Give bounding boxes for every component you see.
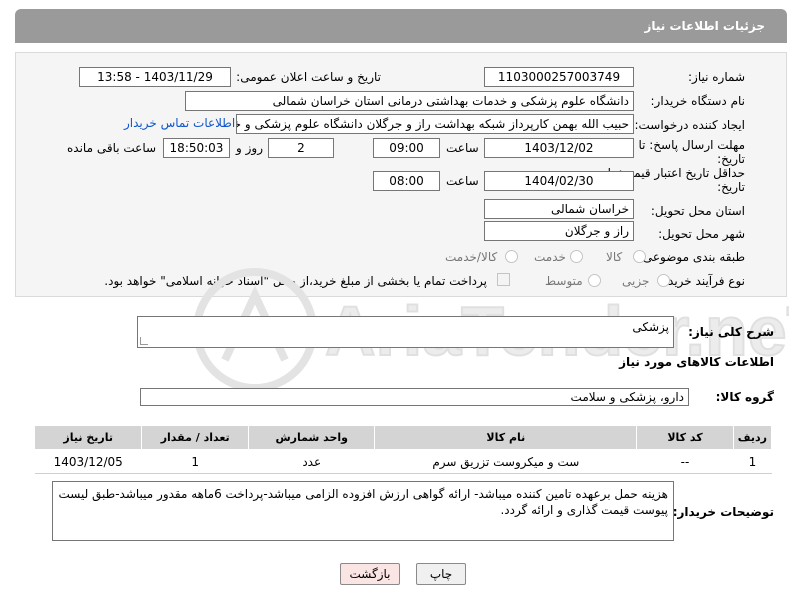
col-goods-name: نام کالا — [374, 425, 638, 450]
remaining-time-field[interactable]: 18:50:03 — [163, 138, 230, 158]
need-number-label: شماره نیاز: — [688, 70, 745, 84]
delivery-province-field[interactable]: خراسان شمالی — [484, 199, 634, 219]
remaining-time-label: ساعت باقی مانده — [67, 141, 157, 155]
category-option-service: خدمت — [534, 250, 566, 264]
requester-field[interactable]: حبیب الله بهمن کارپرداز شبکه بهداشت راز … — [236, 114, 634, 134]
treasury-payment-note: پرداخت تمام یا بخشی از مبلغ خرید،از محل … — [104, 274, 487, 288]
category-option-goods: کالا — [606, 250, 623, 264]
price-validity-label-2: تاریخ: — [717, 180, 745, 194]
reply-time-label: ساعت — [446, 141, 479, 155]
reply-deadline-label-2: تاریخ: — [717, 152, 745, 166]
goods-table-header: ردیف کد کالا نام کالا واحد شمارش تعداد /… — [33, 425, 773, 450]
cell-goods-name: ست و میکروست تزریق سرم — [374, 449, 637, 474]
announce-datetime-field[interactable]: 1403/11/29 - 13:58 — [79, 67, 231, 87]
category-radio-goods-service[interactable] — [505, 250, 518, 263]
cell-need-date: 1403/12/05 — [34, 449, 142, 474]
resize-grip-icon[interactable] — [140, 337, 148, 345]
category-radio-service[interactable] — [570, 250, 583, 263]
cell-quantity: 1 — [141, 449, 249, 474]
treasury-payment-checkbox[interactable] — [497, 273, 510, 286]
buyer-notes-label: توضیحات خریدار: — [672, 505, 774, 519]
col-need-date: تاریخ نیاز — [33, 425, 143, 450]
back-button[interactable]: بازگشت — [340, 563, 400, 585]
summary-textarea[interactable]: پزشکی — [137, 316, 674, 348]
category-radio-goods[interactable] — [633, 250, 646, 263]
remaining-days-field[interactable]: 2 — [268, 138, 334, 158]
table-row: 1 -- ست و میکروست تزریق سرم عدد 1 1403/1… — [34, 449, 772, 474]
requester-label: ایجاد کننده درخواست: — [634, 118, 745, 132]
purchase-type-option-minor: جزیی — [622, 274, 650, 288]
buyer-org-label: نام دستگاه خریدار: — [650, 94, 746, 108]
page-header: جزئیات اطلاعات نیاز — [15, 9, 787, 43]
buyer-org-field[interactable]: دانشگاه علوم پزشکی و خدمات بهداشتی درمان… — [185, 91, 634, 111]
reply-date-field[interactable]: 1403/12/02 — [484, 138, 634, 158]
category-option-goods-service: کالا/خدمت — [445, 250, 498, 264]
delivery-city-field[interactable]: راز و جرگلان — [484, 221, 634, 241]
goods-table: ردیف کد کالا نام کالا واحد شمارش تعداد /… — [33, 425, 773, 474]
cell-unit: عدد — [248, 449, 375, 474]
cell-row: 1 — [733, 449, 772, 474]
price-validity-date-field[interactable]: 1404/02/30 — [484, 171, 634, 191]
buyer-notes-text: هزینه حمل برعهده تامین کننده میباشد- ارا… — [58, 487, 668, 517]
print-button[interactable]: چاپ — [416, 563, 466, 585]
purchase-type-option-medium: متوسط — [545, 274, 583, 288]
price-validity-time-field[interactable]: 08:00 — [373, 171, 440, 191]
summary-text: پزشکی — [632, 320, 669, 334]
reply-deadline-label: مهلت ارسال پاسخ: تا — [638, 138, 745, 152]
goods-group-label: گروه کالا: — [715, 390, 774, 404]
goods-group-field[interactable]: دارو، پزشکی و سلامت — [140, 388, 689, 406]
col-goods-code: کد کالا — [636, 425, 734, 450]
col-quantity: تعداد / مقدار — [141, 425, 249, 450]
buyer-contact-link[interactable]: اطلاعات تماس خریدار — [124, 116, 235, 130]
reply-time-field[interactable]: 09:00 — [373, 138, 440, 158]
col-unit: واحد شمارش — [247, 425, 376, 450]
remaining-days-label: روز و — [236, 141, 263, 155]
goods-info-title: اطلاعات کالاهای مورد نیاز — [619, 355, 774, 369]
delivery-province-label: استان محل تحویل: — [650, 204, 745, 218]
summary-label: شرح کلی نیاز: — [688, 325, 774, 339]
announce-datetime-label: تاریخ و ساعت اعلان عمومی: — [236, 70, 381, 84]
purchase-type-radio-minor[interactable] — [657, 274, 670, 287]
purchase-type-label: نوع فرآیند خرید : — [660, 274, 745, 288]
purchase-type-radio-medium[interactable] — [588, 274, 601, 287]
col-row: ردیف — [732, 425, 773, 450]
delivery-city-label: شهر محل تحویل: — [658, 227, 745, 241]
need-number-field[interactable]: 1103000257003749 — [484, 67, 634, 87]
buyer-notes-textarea[interactable]: هزینه حمل برعهده تامین کننده میباشد- ارا… — [52, 481, 674, 541]
cell-goods-code: -- — [636, 449, 734, 474]
price-validity-time-label: ساعت — [446, 174, 479, 188]
category-label: طبقه بندی موضوعی: — [638, 250, 745, 264]
page-title: جزئیات اطلاعات نیاز — [644, 19, 765, 33]
